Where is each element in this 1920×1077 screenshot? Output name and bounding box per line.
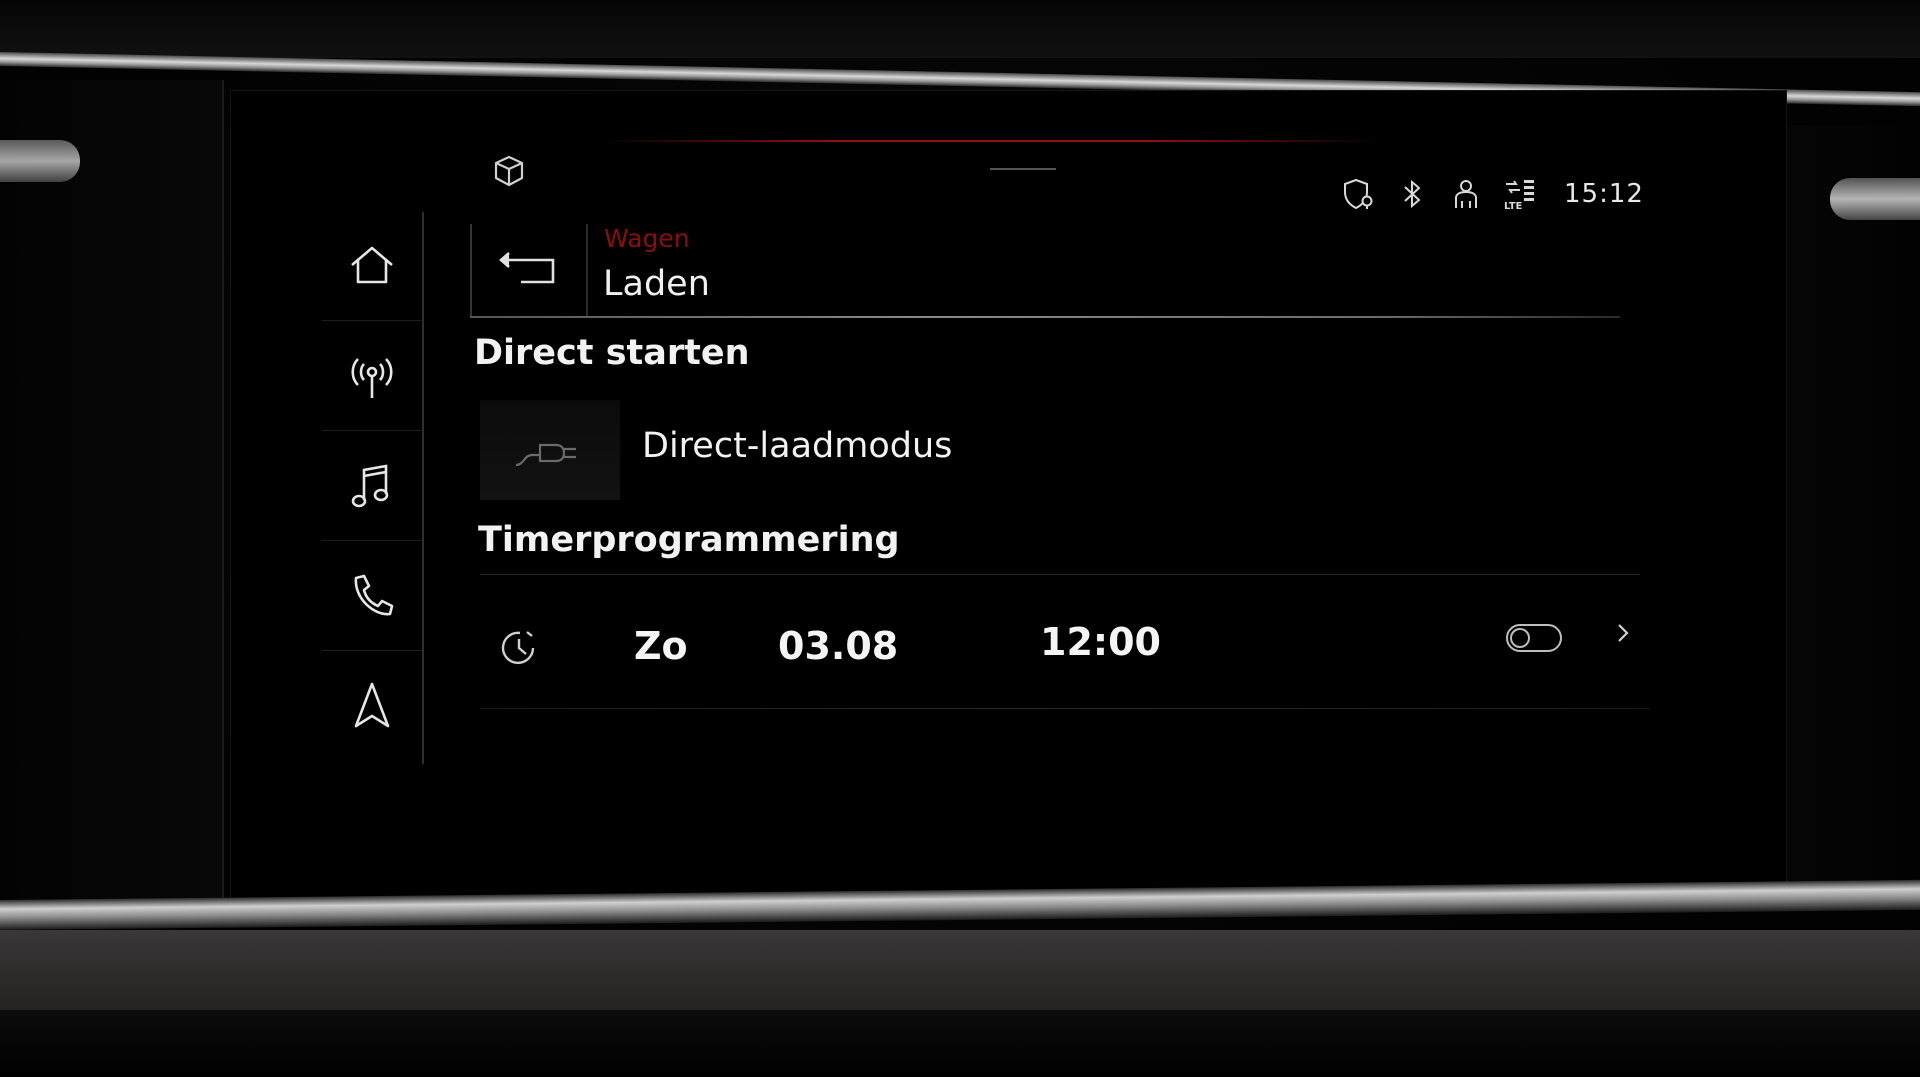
status-bar: LTE 15:12 bbox=[1340, 172, 1644, 216]
dashboard-lower-edge bbox=[0, 1010, 1920, 1077]
cube-icon[interactable] bbox=[490, 152, 528, 190]
timer-time: 12:00 bbox=[1040, 620, 1161, 664]
car-dashboard: LTE 15:12 Wagen Laden Direct starten Dir… bbox=[0, 0, 1920, 1077]
home-icon bbox=[351, 246, 393, 284]
sidebar bbox=[322, 212, 424, 764]
chevron-right-icon[interactable] bbox=[1610, 620, 1636, 646]
breadcrumb[interactable]: Wagen bbox=[604, 224, 690, 253]
section-title-direct: Direct starten bbox=[474, 333, 750, 373]
direct-charge-row[interactable]: Direct-laadmodus bbox=[480, 392, 1640, 502]
sidebar-item-media[interactable] bbox=[322, 432, 422, 541]
plug-button[interactable] bbox=[480, 400, 620, 500]
red-accent-line bbox=[600, 140, 1380, 142]
music-note-icon bbox=[351, 464, 389, 508]
charging-plug-icon bbox=[515, 443, 576, 467]
timer-row[interactable]: Zo 03.08 12:00 bbox=[480, 590, 1650, 705]
navigation-arrow-icon bbox=[354, 682, 390, 728]
clock: 15:12 bbox=[1564, 179, 1644, 209]
bluetooth-icon[interactable] bbox=[1394, 176, 1430, 212]
timer-row-divider bbox=[480, 708, 1650, 709]
lte-signal-icon[interactable]: LTE bbox=[1502, 176, 1538, 212]
phone-icon bbox=[354, 574, 394, 616]
sidebar-item-phone[interactable] bbox=[322, 542, 422, 651]
timer-day: Zo bbox=[634, 624, 688, 668]
pull-down-handle[interactable] bbox=[990, 168, 1056, 170]
svg-text:LTE: LTE bbox=[1504, 201, 1523, 212]
right-vent-knob bbox=[1830, 178, 1920, 220]
left-air-vent bbox=[0, 80, 224, 910]
sidebar-item-navigation[interactable] bbox=[322, 652, 422, 760]
header-divider bbox=[470, 316, 1620, 318]
back-button[interactable] bbox=[470, 224, 588, 316]
left-vent-knob bbox=[0, 140, 80, 182]
back-arrow-icon bbox=[499, 252, 555, 284]
dashboard-top bbox=[0, 0, 1920, 58]
toggle-knob bbox=[1510, 628, 1530, 648]
page-title: Laden bbox=[603, 264, 710, 304]
timer-clock-icon bbox=[501, 631, 535, 665]
privacy-shield-icon[interactable] bbox=[1340, 176, 1376, 212]
timer-date: 03.08 bbox=[778, 624, 899, 668]
section-title-timer: Timerprogrammering bbox=[478, 520, 900, 560]
timer-divider bbox=[480, 574, 1640, 575]
sidebar-item-radio[interactable] bbox=[322, 322, 422, 431]
user-profile-icon[interactable] bbox=[1448, 176, 1484, 212]
timer-toggle[interactable] bbox=[1506, 624, 1562, 652]
direct-charge-label: Direct-laadmodus bbox=[642, 426, 953, 466]
radio-antenna-icon bbox=[351, 358, 393, 398]
sidebar-item-home[interactable] bbox=[322, 212, 422, 321]
